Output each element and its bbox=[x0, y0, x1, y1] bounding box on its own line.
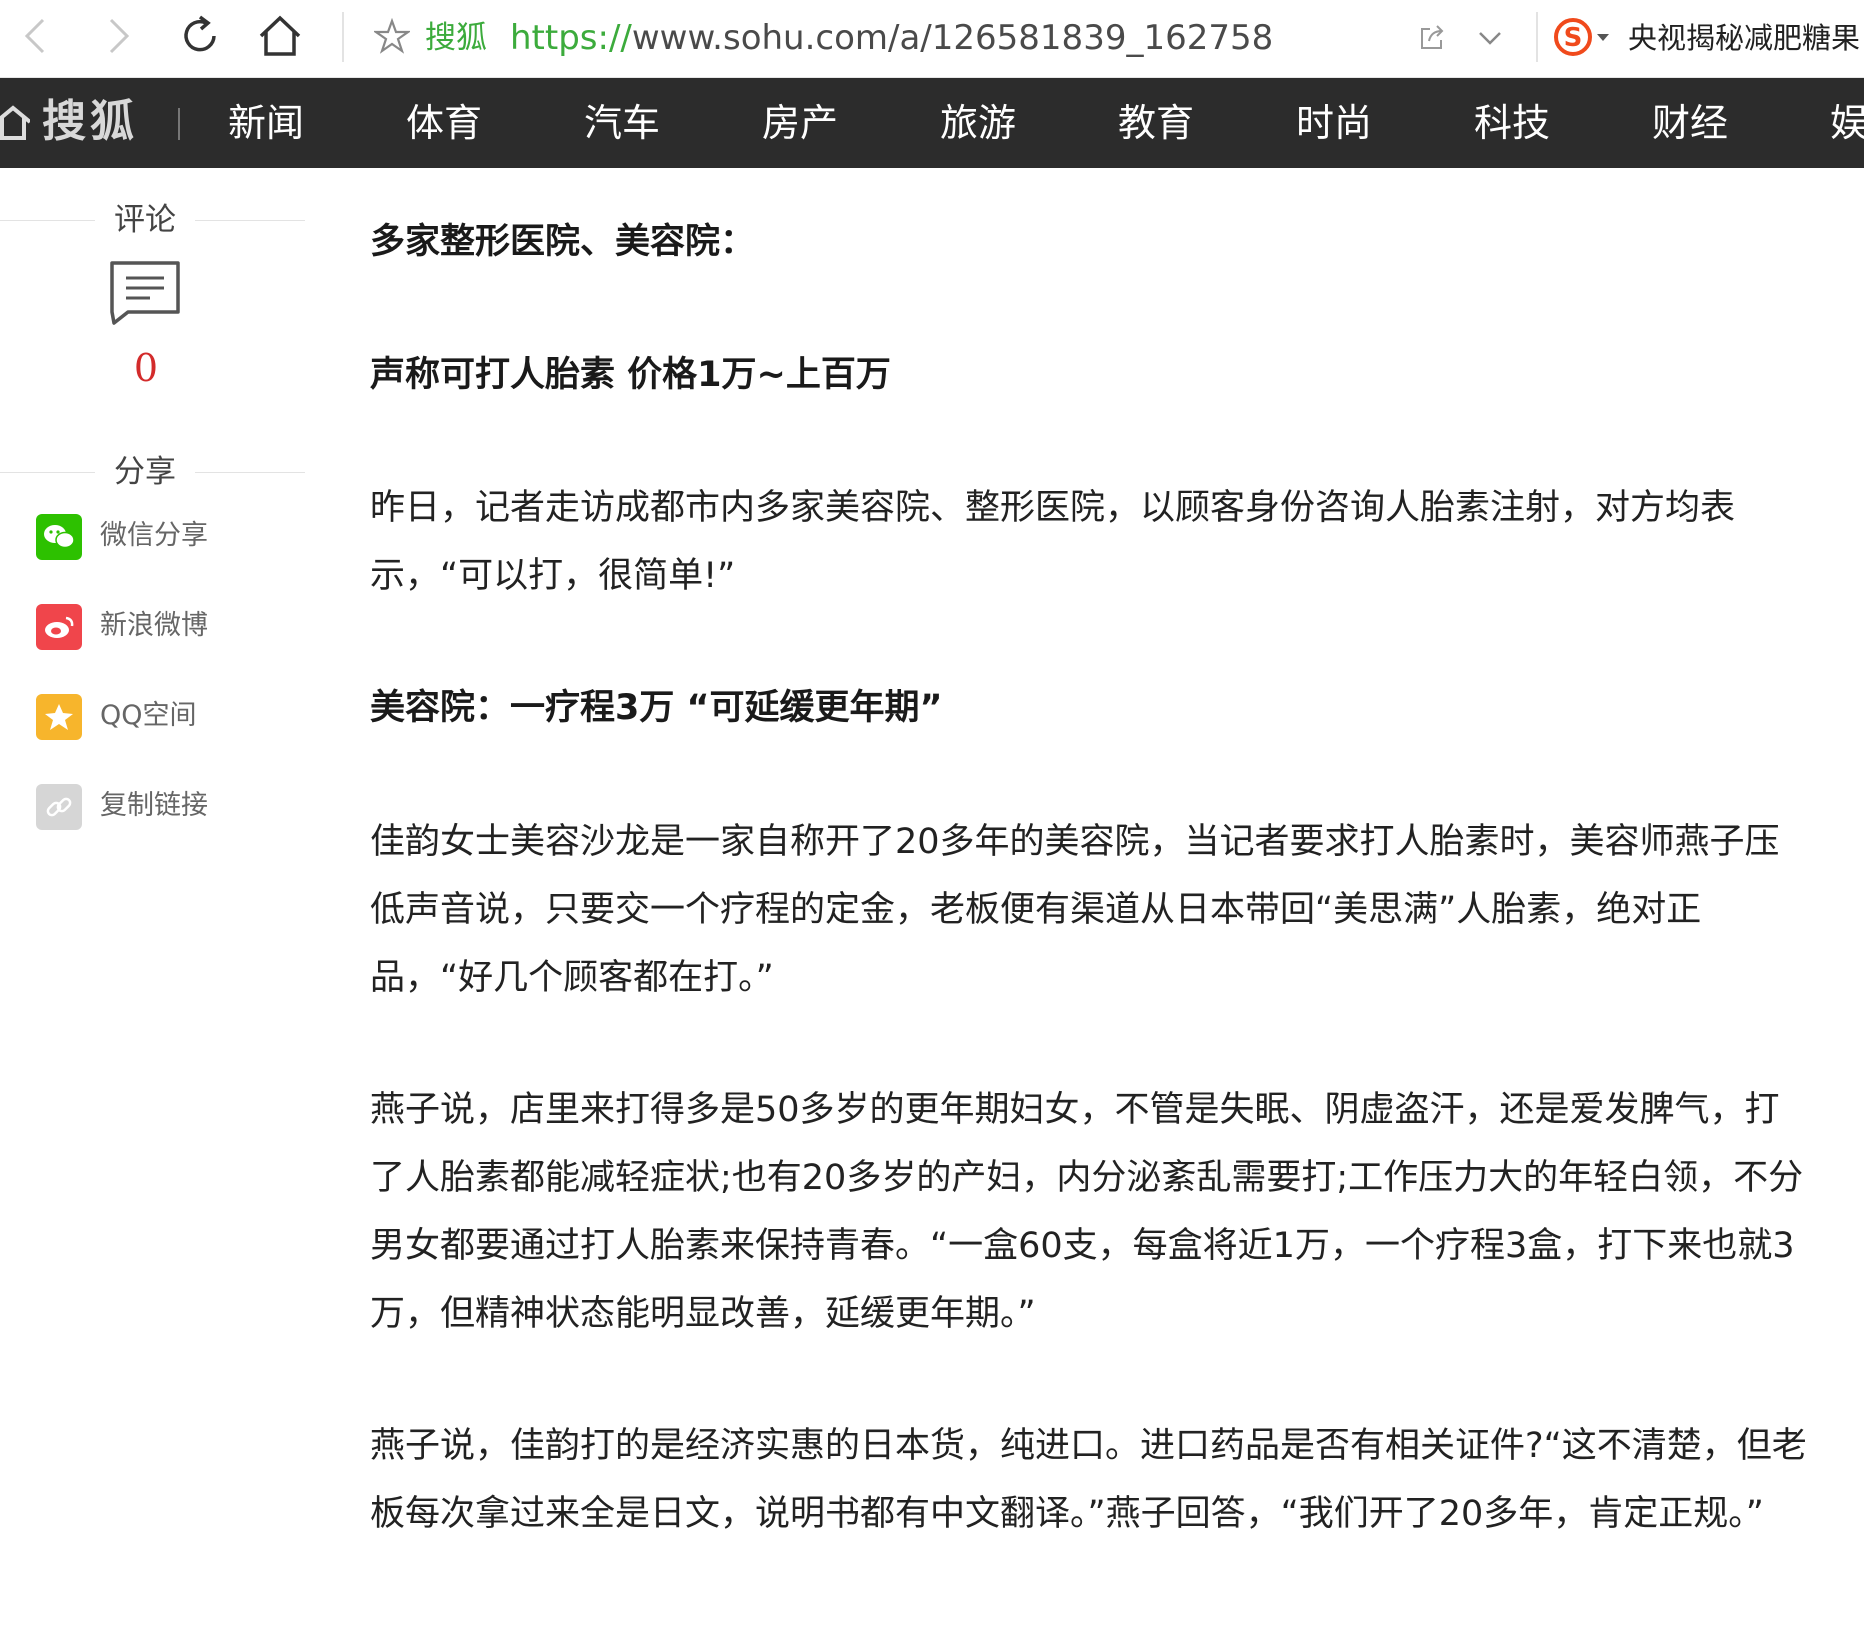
url-protocol: https:// bbox=[510, 18, 632, 58]
star-icon bbox=[374, 18, 410, 54]
home-button[interactable] bbox=[254, 10, 306, 62]
divider-line bbox=[0, 472, 95, 473]
share-header: 分享 bbox=[0, 450, 305, 494]
link-icon bbox=[36, 784, 82, 830]
share-icon bbox=[1421, 25, 1444, 49]
divider-line bbox=[195, 472, 305, 473]
reload-button[interactable] bbox=[174, 10, 226, 62]
home-icon[interactable] bbox=[0, 98, 30, 146]
back-button[interactable] bbox=[10, 10, 62, 62]
share-page-button[interactable] bbox=[1410, 16, 1454, 60]
sogou-logo-icon: S bbox=[1554, 18, 1592, 56]
address-dropdown-button[interactable] bbox=[1468, 16, 1512, 60]
article-subheading: 多家整形医院、美容院： bbox=[370, 222, 756, 262]
article-paragraph: 燕子说，佳韵打的是经济实惠的日本货，纯进口。进口药品是否有相关证件?“这不清楚，… bbox=[370, 1426, 1807, 1534]
channel-auto[interactable]: 汽车 bbox=[584, 98, 660, 148]
channel-tech[interactable]: 科技 bbox=[1474, 98, 1550, 148]
channel-entertainment[interactable]: 娱 bbox=[1830, 98, 1864, 148]
svg-text:S: S bbox=[1564, 23, 1583, 53]
share-weibo-label: 新浪微博 bbox=[100, 610, 208, 641]
search-engine-selector[interactable]: S bbox=[1552, 14, 1616, 60]
channel-news[interactable]: 新闻 bbox=[228, 98, 304, 148]
channel-education[interactable]: 教育 bbox=[1118, 98, 1194, 148]
channel-nav: 搜狐 新闻 体育 汽车 房产 旅游 教育 时尚 科技 财经 娱 bbox=[0, 78, 1864, 168]
home-icon bbox=[259, 15, 301, 56]
channel-sports[interactable]: 体育 bbox=[406, 98, 482, 148]
article-subheading: 声称可打人胎素 价格1万~上百万 bbox=[370, 355, 891, 395]
browser-toolbar: 搜狐 https://www.sohu.com/a/126581839_1627… bbox=[0, 0, 1864, 78]
chevron-down-icon bbox=[1479, 32, 1501, 45]
reload-icon bbox=[184, 15, 216, 52]
channel-fashion[interactable]: 时尚 bbox=[1296, 98, 1372, 148]
share-weibo[interactable]: 新浪微博 bbox=[36, 602, 296, 650]
article-subheading: 美容院：一疗程3万 “可延缓更年期” bbox=[370, 688, 943, 728]
channel-travel[interactable]: 旅游 bbox=[940, 98, 1016, 148]
divider-line bbox=[0, 220, 95, 221]
address-bar-url[interactable]: https://www.sohu.com/a/126581839_162758 bbox=[510, 16, 1273, 60]
article-paragraph: 佳韵女士美容沙龙是一家自称开了20多年的美容院，当记者要求打人胎素时，美容师燕子… bbox=[370, 822, 1780, 998]
toolbar-divider-2 bbox=[1536, 12, 1538, 62]
qzone-star-icon bbox=[36, 694, 82, 740]
sohu-logo[interactable]: 搜狐 bbox=[42, 94, 138, 150]
url-path: www.sohu.com/a/126581839_162758 bbox=[631, 18, 1274, 58]
share-qzone[interactable]: QQ空间 bbox=[36, 692, 296, 740]
copy-link-label: 复制链接 bbox=[100, 790, 208, 821]
share-qzone-label: QQ空间 bbox=[100, 700, 197, 731]
chevron-right-icon bbox=[109, 18, 130, 54]
chevron-left-icon bbox=[24, 18, 45, 54]
comment-header: 评论 bbox=[0, 198, 305, 242]
weibo-icon bbox=[36, 604, 82, 650]
site-label[interactable]: 搜狐 bbox=[425, 18, 487, 58]
bookmark-button[interactable] bbox=[370, 14, 414, 58]
comment-label: 评论 bbox=[114, 202, 176, 238]
search-box-text[interactable]: 央视揭秘减肥糖果 bbox=[1628, 18, 1864, 58]
wechat-icon bbox=[36, 514, 82, 560]
caret-down-icon bbox=[1597, 34, 1609, 41]
channel-finance[interactable]: 财经 bbox=[1652, 98, 1728, 148]
article-paragraph: 燕子说，店里来打得多是50多岁的更年期妇女，不管是失眠、阴虚盗汗，还是爱发脾气，… bbox=[370, 1090, 1804, 1334]
forward-button[interactable] bbox=[92, 10, 144, 62]
share-wechat-label: 微信分享 bbox=[100, 520, 208, 551]
share-wechat[interactable]: 微信分享 bbox=[36, 512, 296, 560]
copy-link[interactable]: 复制链接 bbox=[36, 782, 296, 830]
comment-count[interactable]: 0 bbox=[128, 346, 164, 390]
article-sidebar: 评论 0 分享 微信分享 新浪微博 QQ空间 复制链接 bbox=[0, 168, 310, 868]
logo-divider bbox=[178, 108, 180, 140]
toolbar-divider bbox=[342, 12, 344, 62]
channel-realestate[interactable]: 房产 bbox=[762, 98, 838, 148]
comment-icon[interactable] bbox=[108, 260, 182, 326]
divider-line bbox=[195, 220, 305, 221]
article-paragraph: 昨日，记者走访成都市内多家美容院、整形医院，以顾客身份咨询人胎素注射，对方均表示… bbox=[370, 488, 1736, 596]
share-label: 分享 bbox=[114, 454, 176, 490]
